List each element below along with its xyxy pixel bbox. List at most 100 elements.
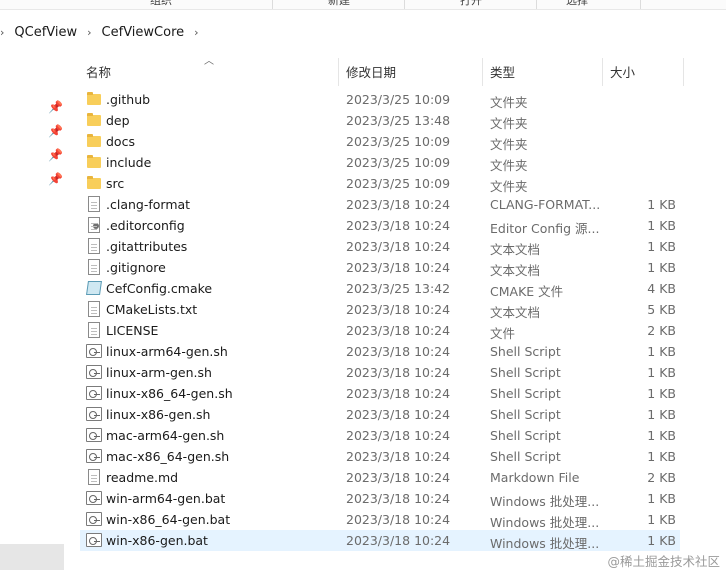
file-size: 1 KB — [647, 512, 676, 527]
file-modified-date: 2023/3/18 10:24 — [346, 512, 451, 527]
column-divider[interactable] — [338, 58, 339, 86]
ribbon-divider — [536, 0, 537, 9]
file-row[interactable]: src 2023/3/25 10:09 文件夹 — [80, 173, 680, 194]
breadcrumb-item-cefviewcore[interactable]: CefViewCore — [98, 25, 189, 40]
ribbon-divider — [272, 0, 273, 9]
file-modified-date: 2023/3/18 10:24 — [346, 428, 451, 443]
ribbon-divider — [404, 0, 405, 9]
address-bar[interactable]: › QCefView › CefViewCore › — [0, 19, 726, 45]
file-row[interactable]: CefConfig.cmake 2023/3/25 13:42 CMAKE 文件 4 … — [80, 278, 680, 299]
watermark: @稀土掘金技术社区 — [607, 554, 720, 569]
column-divider[interactable] — [683, 58, 684, 86]
file-modified-date: 2023/3/18 10:24 — [346, 239, 451, 254]
file-type: Shell Script — [490, 407, 561, 422]
script-file-icon — [86, 385, 102, 401]
file-name: CMakeLists.txt — [106, 302, 198, 317]
file-name: linux-arm64-gen.sh — [106, 344, 228, 359]
script-file-icon — [86, 448, 102, 464]
pin-icon[interactable]: 📌 — [48, 124, 63, 138]
file-type: 文本文档 — [490, 242, 541, 257]
file-row[interactable]: linux-arm-gen.sh 2023/3/18 10:24 Shell Scr… — [80, 362, 680, 383]
file-size: 4 KB — [647, 281, 676, 296]
file-modified-date: 2023/3/18 10:24 — [346, 302, 451, 317]
script-file-icon — [86, 490, 102, 506]
config-file-icon — [86, 217, 102, 233]
file-modified-date: 2023/3/18 10:24 — [346, 260, 451, 275]
file-size: 1 KB — [647, 218, 676, 233]
file-size: 1 KB — [647, 386, 676, 401]
navigation-pane: 📌 📌 📌 📌 — [0, 52, 72, 578]
chevron-right-icon[interactable]: › — [81, 26, 97, 39]
file-row[interactable]: .gitattributes 2023/3/18 10:24 文本文档 1 KB — [80, 236, 680, 257]
file-row[interactable]: linux-x86_64-gen.sh 2023/3/18 10:24 Shell … — [80, 383, 680, 404]
file-type: CMAKE 文件 — [490, 284, 564, 299]
file-size: 2 KB — [647, 470, 676, 485]
script-file-icon — [86, 427, 102, 443]
file-row[interactable]: readme.md 2023/3/18 10:24 Markdown File 2 K… — [80, 467, 680, 488]
file-modified-date: 2023/3/18 10:24 — [346, 365, 451, 380]
file-name: .github — [106, 92, 151, 107]
script-file-icon — [86, 364, 102, 380]
file-name: mac-arm64-gen.sh — [106, 428, 225, 443]
file-size: 1 KB — [647, 407, 676, 422]
column-divider[interactable] — [482, 58, 483, 86]
ribbon-group-new[interactable]: 新建 — [328, 0, 350, 9]
pin-icon[interactable]: 📌 — [48, 100, 63, 114]
pin-icon[interactable]: 📌 — [48, 148, 63, 162]
file-row[interactable]: .editorconfig 2023/3/18 10:24 Editor Confi… — [80, 215, 680, 236]
file-row[interactable]: mac-x86_64-gen.sh 2023/3/18 10:24 Shell Sc… — [80, 446, 680, 467]
chevron-right-icon[interactable]: › — [188, 26, 204, 39]
pin-icon[interactable]: 📌 — [48, 172, 63, 186]
file-type: 文件夹 — [490, 179, 528, 194]
column-header-name[interactable]: 名称 — [86, 62, 111, 81]
file-name: docs — [106, 134, 135, 149]
file-row[interactable]: .github 2023/3/25 10:09 文件夹 — [80, 89, 680, 110]
file-type: 文本文档 — [490, 263, 541, 278]
file-modified-date: 2023/3/18 10:24 — [346, 218, 451, 233]
file-row[interactable]: win-x86_64-gen.bat 2023/3/18 10:24 Windows… — [80, 509, 680, 530]
file-row[interactable]: mac-arm64-gen.sh 2023/3/18 10:24 Shell Scr… — [80, 425, 680, 446]
file-row[interactable]: LICENSE 2023/3/18 10:24 文件 2 KB — [80, 320, 680, 341]
file-size: 1 KB — [647, 239, 676, 254]
chevron-right-icon[interactable]: › — [0, 26, 10, 39]
ribbon-group-open[interactable]: 打开 — [460, 0, 482, 9]
column-header-type[interactable]: 类型 — [490, 62, 515, 81]
file-row[interactable]: dep 2023/3/25 13:48 文件夹 — [80, 110, 680, 131]
column-header-date[interactable]: 修改日期 — [346, 62, 396, 81]
nav-pane-scrollbar[interactable] — [0, 544, 64, 570]
file-name: dep — [106, 113, 130, 128]
file-row[interactable]: include 2023/3/25 10:09 文件夹 — [80, 152, 680, 173]
file-size: 1 KB — [647, 365, 676, 380]
column-divider[interactable] — [602, 58, 603, 86]
file-type: Editor Config 源... — [490, 221, 600, 236]
file-type: 文件夹 — [490, 95, 528, 110]
file-modified-date: 2023/3/18 10:24 — [346, 323, 451, 338]
file-modified-date: 2023/3/18 10:24 — [346, 470, 451, 485]
file-row[interactable]: win-arm64-gen.bat 2023/3/18 10:24 Windows … — [80, 488, 680, 509]
file-size: 1 KB — [647, 428, 676, 443]
file-name: .gitignore — [106, 260, 166, 275]
column-header-size[interactable]: 大小 — [610, 62, 635, 81]
file-modified-date: 2023/3/18 10:24 — [346, 344, 451, 359]
file-row[interactable]: docs 2023/3/25 10:09 文件夹 — [80, 131, 680, 152]
file-row[interactable]: win-x86-gen.bat 2023/3/18 10:24 Windows 批处… — [80, 530, 680, 551]
file-row[interactable]: .clang-format 2023/3/18 10:24 CLANG-FORMAT… — [80, 194, 680, 215]
file-size: 1 KB — [647, 491, 676, 506]
file-modified-date: 2023/3/18 10:24 — [346, 533, 451, 548]
folder-icon — [86, 133, 102, 149]
file-size: 1 KB — [647, 197, 676, 212]
file-type: 文件夹 — [490, 116, 528, 131]
file-row[interactable]: linux-x86-gen.sh 2023/3/18 10:24 Shell Scr… — [80, 404, 680, 425]
ribbon-group-organize[interactable]: 组织 — [150, 0, 172, 9]
file-modified-date: 2023/3/25 10:09 — [346, 176, 451, 191]
ribbon-group-select[interactable]: 选择 — [566, 0, 588, 9]
file-row[interactable]: linux-arm64-gen.sh 2023/3/18 10:24 Shell S… — [80, 341, 680, 362]
folder-icon — [86, 175, 102, 191]
file-name: linux-arm-gen.sh — [106, 365, 212, 380]
breadcrumb-item-qcefview[interactable]: QCefView — [10, 25, 81, 40]
file-row[interactable]: .gitignore 2023/3/18 10:24 文本文档 1 KB — [80, 257, 680, 278]
file-modified-date: 2023/3/18 10:24 — [346, 491, 451, 506]
file-row[interactable]: CMakeLists.txt 2023/3/18 10:24 文本文档 5 KB — [80, 299, 680, 320]
file-type: Windows 批处理... — [490, 536, 600, 551]
file-modified-date: 2023/3/25 13:42 — [346, 281, 451, 296]
